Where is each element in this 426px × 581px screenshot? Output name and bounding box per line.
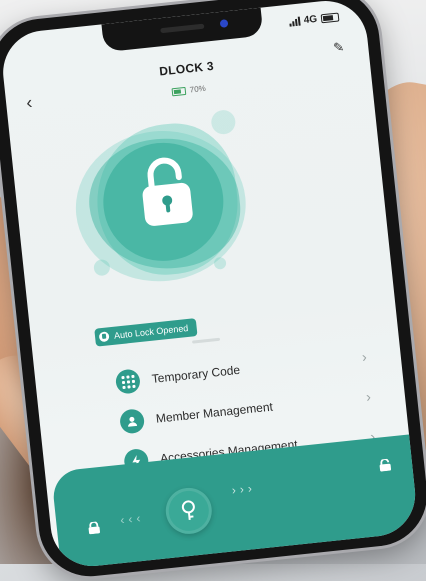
slide-right-arrows: ››› xyxy=(231,480,257,498)
sheet-handle[interactable] xyxy=(192,337,221,344)
notch xyxy=(101,7,264,53)
unlock-slider-knob[interactable] xyxy=(163,485,215,537)
signal-icon xyxy=(288,16,301,27)
battery-icon xyxy=(320,12,340,24)
lock-badge-icon xyxy=(98,331,110,343)
blob xyxy=(210,108,237,136)
keypad-icon xyxy=(114,368,142,395)
status-bar: 4G xyxy=(288,12,340,28)
user-icon xyxy=(118,408,146,435)
blob xyxy=(93,258,111,277)
edit-icon[interactable]: ✎ xyxy=(332,39,345,56)
unlock-icon[interactable] xyxy=(377,458,392,472)
key-icon xyxy=(181,500,195,520)
phone: 4G ‹ DLOCK 3 ✎ 70% Auto Lock Opened Temp… xyxy=(0,0,426,581)
battery-level-icon xyxy=(171,86,187,96)
menu-item-label: Temporary Code xyxy=(151,362,241,386)
lock-status-label: Auto Lock Opened xyxy=(113,322,189,341)
phone-screen: 4G ‹ DLOCK 3 ✎ 70% Auto Lock Opened Temp… xyxy=(0,0,420,571)
menu-item-label: Member Management xyxy=(155,399,274,426)
lock-status-badge: Auto Lock Opened xyxy=(94,318,198,347)
unlocked-padlock-icon xyxy=(142,157,193,226)
battery-percent: 70% xyxy=(189,83,207,95)
unlock-slider-bar: ‹‹‹ ››› xyxy=(50,432,420,571)
slide-left-arrows: ‹‹‹ xyxy=(119,510,145,528)
lock-icon[interactable] xyxy=(86,521,101,535)
lock-hero xyxy=(61,102,281,322)
speaker xyxy=(160,23,205,34)
chevron-right-icon: › xyxy=(361,348,368,365)
blob xyxy=(213,256,227,270)
phone-frame: 4G ‹ DLOCK 3 ✎ 70% Auto Lock Opened Temp… xyxy=(0,0,426,581)
network-label: 4G xyxy=(303,13,318,27)
chevron-right-icon: › xyxy=(365,388,372,405)
camera xyxy=(219,19,229,28)
